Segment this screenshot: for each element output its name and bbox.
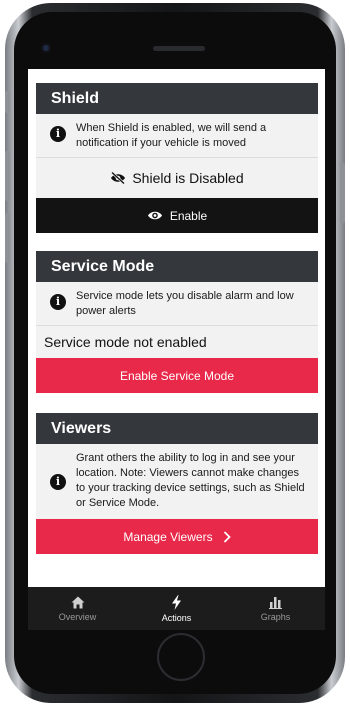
shield-status: Shield is Disabled [36,158,318,198]
home-button[interactable] [157,633,205,681]
info-icon: i [50,294,66,310]
enable-service-mode-label: Enable Service Mode [119,368,235,383]
shield-title: Shield [36,83,318,114]
service-mode-status: Service mode not enabled [44,334,207,350]
tab-actions-label: Actions [161,612,192,623]
mute-switch [5,91,10,113]
volume-up-button [5,151,10,201]
service-mode-info-text: Service mode lets you disable alarm and … [76,290,294,317]
volume-down-button [5,213,10,263]
home-icon [71,596,84,608]
tab-graphs[interactable]: Graphs [226,587,325,630]
lightning-icon [172,594,181,610]
chevron-right-icon [223,530,231,543]
viewers-title: Viewers [36,413,318,444]
service-mode-info-row: i Service mode lets you disable alarm an… [36,282,318,326]
bottom-tab-bar: Overview Actions Graphs [28,587,325,630]
app-screen: Shield i When Shield is enabled, we will… [28,69,325,630]
manage-viewers-label: Manage Viewers [123,529,213,544]
tab-overview-label: Overview [58,611,97,622]
shield-info-text: When Shield is enabled, we will send a n… [76,122,267,149]
service-mode-card: Service Mode i Service mode lets you dis… [36,251,318,393]
eye-slash-icon [111,172,126,184]
tab-overview[interactable]: Overview [28,587,127,630]
enable-shield-label: Enable [169,208,208,223]
eye-icon [147,211,162,220]
power-button [340,163,345,223]
viewers-info-row: i Grant others the ability to log in and… [36,444,318,519]
enable-service-mode-button[interactable]: Enable Service Mode [36,358,318,393]
shield-status-text: Shield is Disabled [132,170,244,186]
tab-graphs-label: Graphs [260,612,291,622]
viewers-info-text: Grant others the ability to log in and s… [76,452,305,509]
speaker-grille [153,46,205,51]
enable-shield-button[interactable]: Enable [36,198,318,233]
info-icon: i [50,126,66,142]
bar-chart-icon [268,597,282,609]
shield-card: Shield i When Shield is enabled, we will… [36,83,318,233]
front-camera [43,45,49,51]
info-icon: i [50,474,66,490]
viewers-card: Viewers i Grant others the ability to lo… [36,413,318,554]
service-mode-title: Service Mode [36,251,318,282]
shield-info-row: i When Shield is enabled, we will send a… [36,114,318,158]
manage-viewers-button[interactable]: Manage Viewers [36,519,318,554]
tab-actions[interactable]: Actions [127,587,226,630]
